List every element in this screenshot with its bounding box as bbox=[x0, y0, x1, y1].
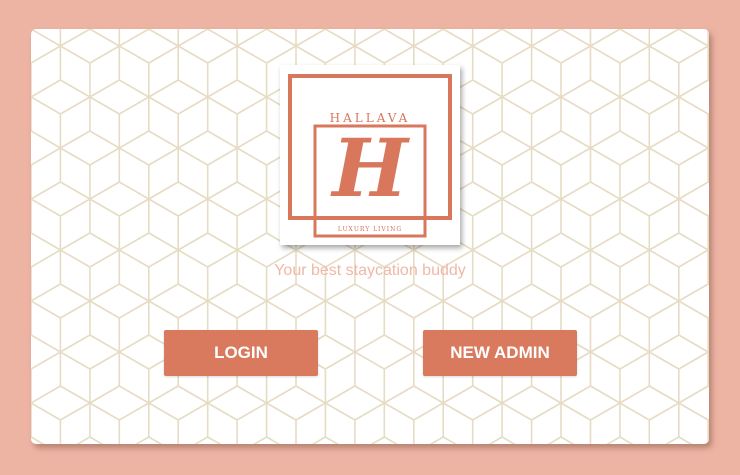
new-admin-button[interactable]: NEW ADMIN bbox=[423, 330, 577, 376]
welcome-card: HALLAVA H LUXURY LIVING Your best stayca… bbox=[31, 29, 709, 444]
tagline: Your best staycation buddy bbox=[274, 262, 466, 279]
logo-subtitle: LUXURY LIVING bbox=[337, 226, 403, 233]
logo-monogram: H bbox=[332, 121, 408, 215]
login-button[interactable]: LOGIN bbox=[164, 330, 318, 376]
brand-logo: HALLAVA H LUXURY LIVING bbox=[280, 65, 460, 245]
